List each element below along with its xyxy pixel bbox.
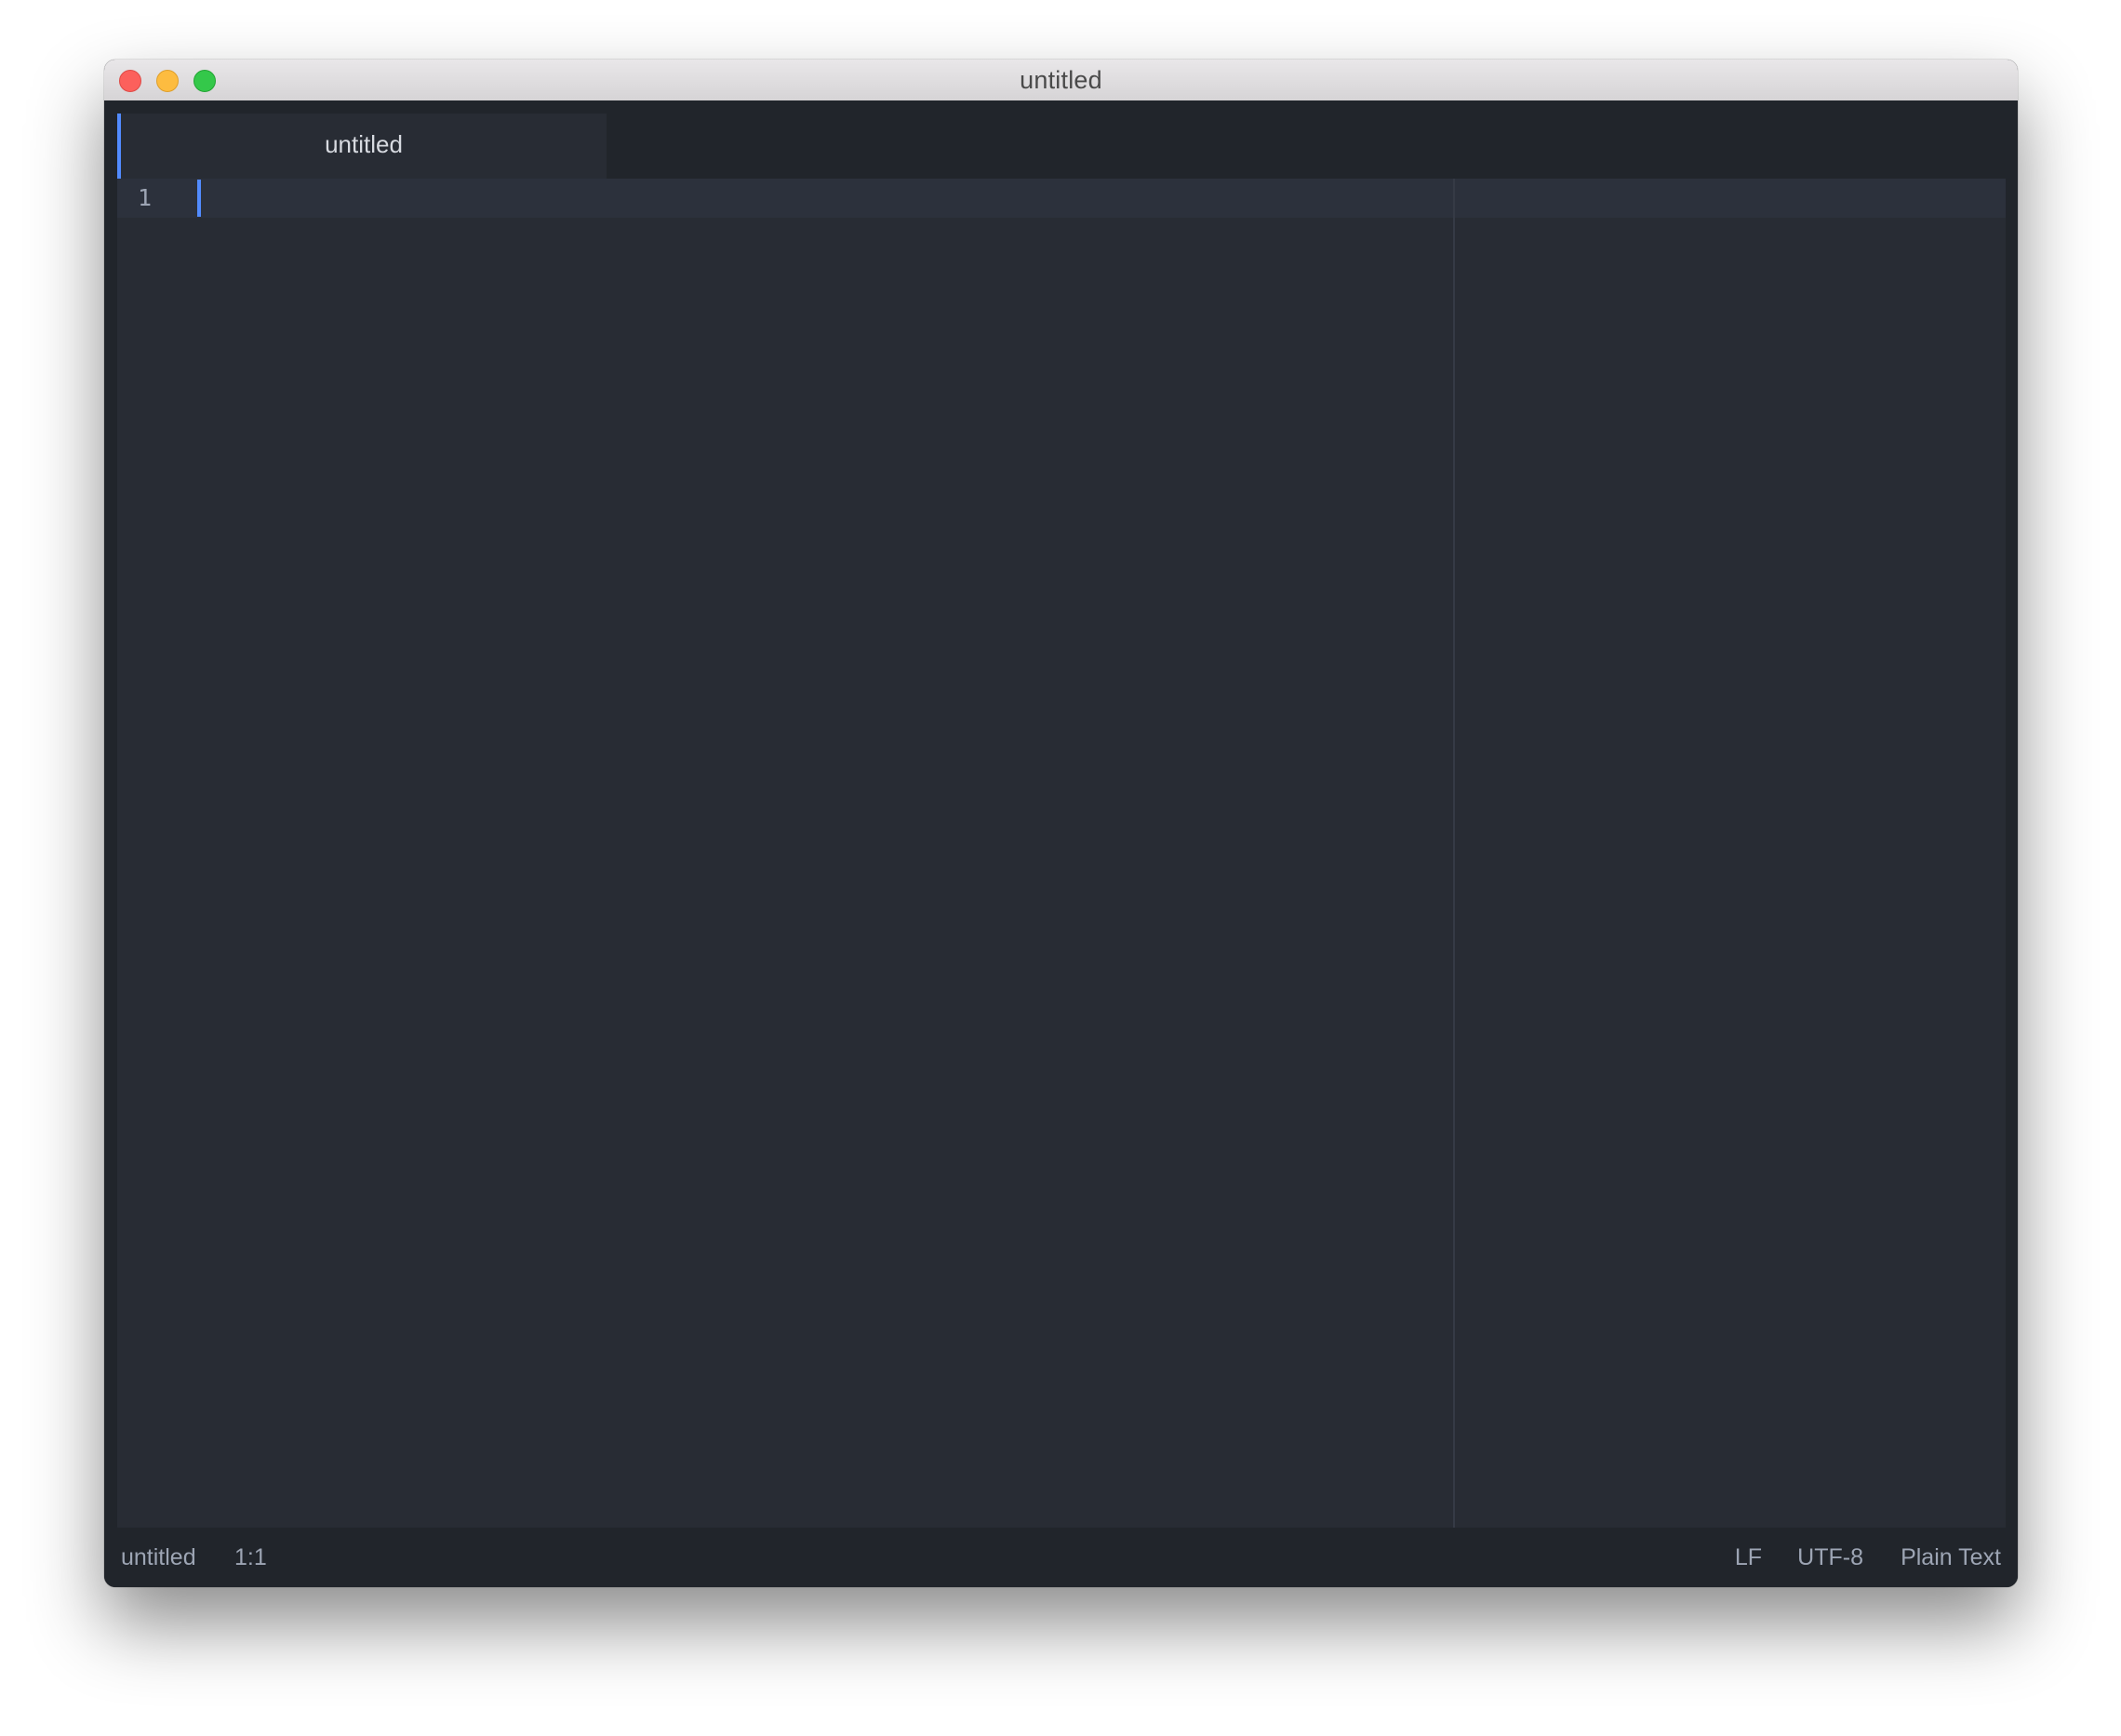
status-encoding[interactable]: UTF-8 [1797, 1528, 1863, 1587]
tab-bar: untitled [104, 100, 2018, 179]
editor-window: untitled untitled 1 untitled 1:1 LF UTF-… [104, 60, 2018, 1587]
current-line-highlight [117, 179, 2006, 218]
wrap-guide [1453, 179, 1455, 1528]
tab-untitled[interactable]: untitled [117, 114, 607, 179]
line-number: 1 [138, 184, 153, 211]
status-line-ending[interactable]: LF [1735, 1528, 1762, 1587]
window-title: untitled [1020, 66, 1102, 94]
title-bar[interactable]: untitled [104, 60, 2018, 101]
tab-label: untitled [325, 130, 403, 158]
status-file-name[interactable]: untitled [121, 1528, 196, 1587]
status-grammar[interactable]: Plain Text [1901, 1528, 2001, 1587]
text-editor[interactable]: 1 [117, 179, 2006, 1528]
text-cursor [197, 180, 201, 217]
status-bar: untitled 1:1 LF UTF-8 Plain Text [104, 1528, 2018, 1587]
status-cursor-position[interactable]: 1:1 [234, 1528, 267, 1587]
